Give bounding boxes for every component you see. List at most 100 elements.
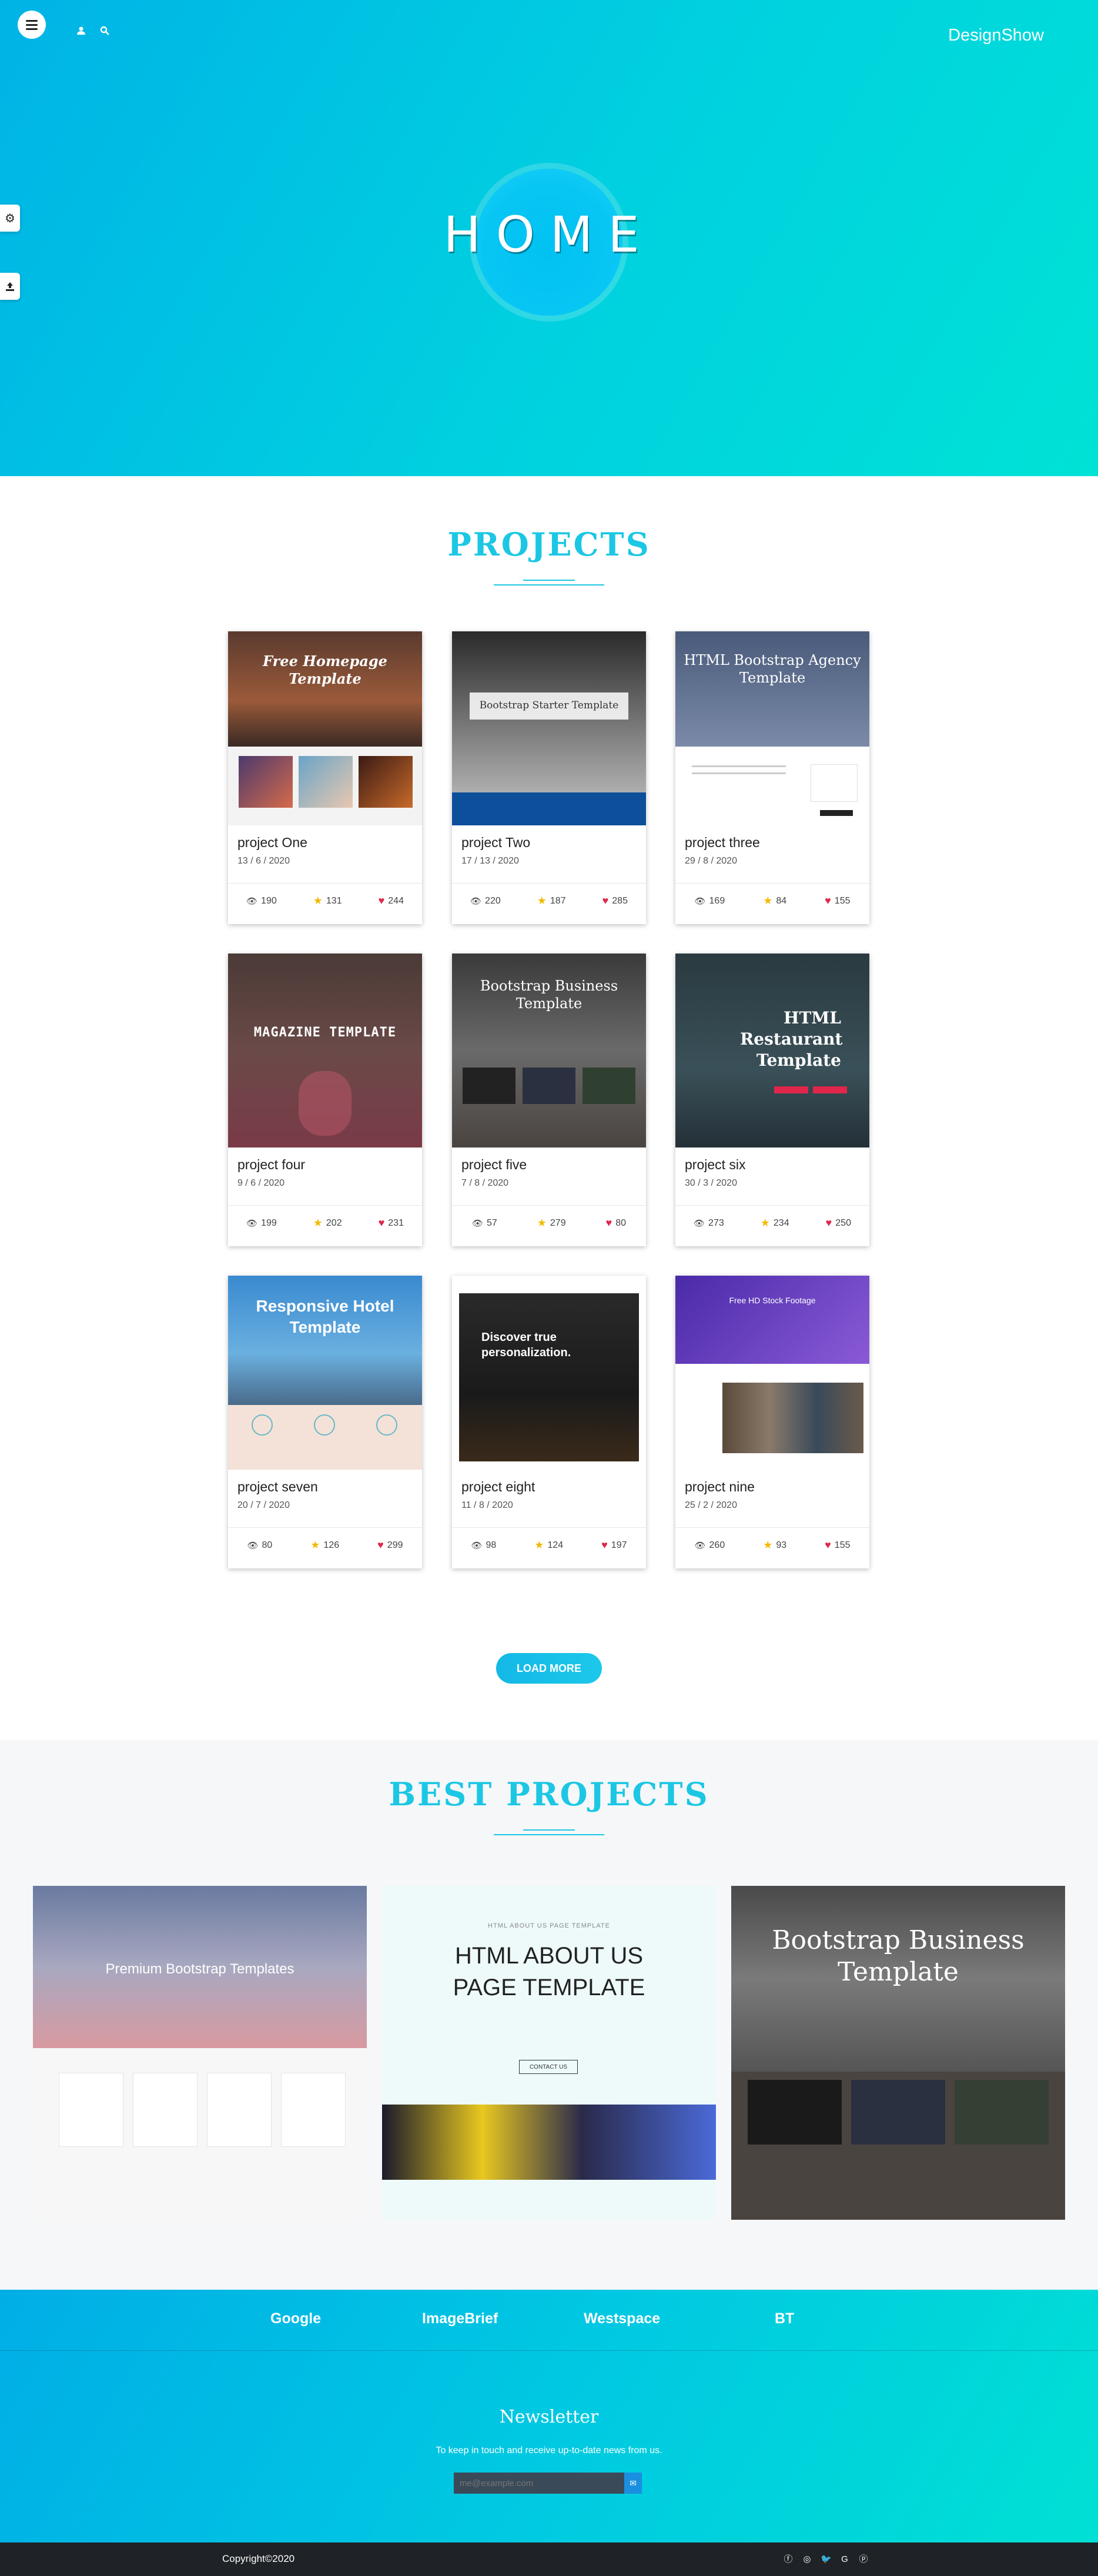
project-name[interactable]: project nine bbox=[685, 1479, 755, 1495]
upload-side-button[interactable] bbox=[0, 273, 20, 300]
project-name[interactable]: project Two bbox=[461, 835, 530, 851]
project-date: 25 / 2 / 2020 bbox=[685, 1500, 737, 1510]
stars-stat[interactable]: ★ 126 bbox=[310, 1539, 339, 1551]
stars-stat[interactable]: ★ 124 bbox=[534, 1539, 563, 1551]
project-stats: 👁 260 ★ 93 ♥ 155 bbox=[675, 1539, 869, 1551]
project-card[interactable]: Discover true personalization. project e… bbox=[452, 1276, 646, 1568]
user-icon[interactable] bbox=[75, 26, 87, 38]
partner-link[interactable]: Westspace bbox=[584, 2310, 660, 2327]
views-count: 190 bbox=[261, 895, 277, 906]
views-stat: 👁 260 bbox=[694, 1539, 725, 1551]
partner-link[interactable]: Google bbox=[270, 2310, 321, 2327]
pinterest-icon[interactable]: ⓟ bbox=[858, 2554, 869, 2565]
project-card[interactable]: HTML Restaurant Template project six 30 … bbox=[675, 954, 869, 1246]
search-icon[interactable] bbox=[99, 26, 111, 38]
project-name[interactable]: project five bbox=[461, 1157, 527, 1173]
likes-stat[interactable]: ♥ 250 bbox=[826, 1217, 851, 1229]
project-date: 29 / 8 / 2020 bbox=[685, 856, 737, 866]
project-card[interactable]: Free HD Stock Footage project nine 25 / … bbox=[675, 1276, 869, 1568]
settings-side-button[interactable]: ⚙ bbox=[0, 205, 20, 232]
project-stats: 👁 57 ★ 279 ♥ 80 bbox=[452, 1217, 646, 1229]
stars-count: 234 bbox=[773, 1217, 789, 1228]
project-stats: 👁 98 ★ 124 ♥ 197 bbox=[452, 1539, 646, 1551]
likes-stat[interactable]: ♥ 299 bbox=[377, 1539, 403, 1551]
likes-stat[interactable]: ♥ 231 bbox=[379, 1217, 404, 1229]
project-name[interactable]: project seven bbox=[237, 1479, 318, 1495]
eye-icon: 👁 bbox=[246, 896, 258, 906]
thumbnail-title: Discover true personalization. bbox=[481, 1331, 571, 1359]
project-name[interactable]: project One bbox=[237, 835, 307, 851]
stars-count: 202 bbox=[326, 1217, 342, 1228]
partner-link[interactable]: ImageBrief bbox=[422, 2310, 498, 2327]
project-date: 20 / 7 / 2020 bbox=[237, 1500, 290, 1510]
project-thumbnail: Discover true personalization. bbox=[452, 1276, 646, 1470]
best-project-title: Bootstrap Business Template bbox=[772, 1925, 1025, 1987]
project-card[interactable]: HTML Bootstrap Agency Template project t… bbox=[675, 631, 869, 924]
views-stat: 👁 273 bbox=[694, 1217, 724, 1229]
stars-stat[interactable]: ★ 202 bbox=[313, 1217, 342, 1229]
best-project-card[interactable]: Premium Bootstrap Templates bbox=[33, 1886, 367, 2220]
star-icon: ★ bbox=[537, 895, 547, 906]
stars-stat[interactable]: ★ 234 bbox=[761, 1217, 789, 1229]
mail-icon: ✉ bbox=[630, 2478, 637, 2488]
likes-stat[interactable]: ♥ 244 bbox=[379, 895, 404, 907]
project-card[interactable]: Bootstrap Starter Template project Two 1… bbox=[452, 631, 646, 924]
views-count: 169 bbox=[709, 895, 725, 906]
project-name[interactable]: project eight bbox=[461, 1479, 535, 1495]
likes-count: 285 bbox=[612, 895, 628, 906]
project-card[interactable]: Bootstrap Business Template project five… bbox=[452, 954, 646, 1246]
stars-stat[interactable]: ★ 279 bbox=[537, 1217, 566, 1229]
instagram-icon[interactable]: ◎ bbox=[802, 2554, 812, 2565]
stars-stat[interactable]: ★ 187 bbox=[537, 895, 566, 907]
star-icon: ★ bbox=[537, 1217, 547, 1229]
newsletter-email-input[interactable] bbox=[454, 2473, 624, 2494]
project-thumbnail: HTML Restaurant Template bbox=[675, 954, 869, 1148]
project-card[interactable]: Responsive Hotel Template project seven … bbox=[228, 1276, 422, 1568]
newsletter-submit-button[interactable]: ✉ bbox=[624, 2473, 642, 2494]
project-thumbnail: Bootstrap Starter Template bbox=[452, 631, 646, 825]
stars-stat[interactable]: ★ 84 bbox=[763, 895, 786, 907]
stars-stat[interactable]: ★ 93 bbox=[763, 1539, 786, 1551]
likes-stat[interactable]: ♥ 155 bbox=[825, 1539, 850, 1551]
card-divider bbox=[452, 1205, 646, 1206]
card-divider bbox=[228, 1527, 422, 1528]
eye-icon: 👁 bbox=[471, 1218, 484, 1229]
partner-link[interactable]: BT bbox=[775, 2310, 794, 2327]
stars-count: 126 bbox=[323, 1540, 340, 1550]
heart-icon: ♥ bbox=[605, 1217, 612, 1229]
project-thumbnail: HTML Bootstrap Agency Template bbox=[675, 631, 869, 825]
contact-us-button[interactable]: CONTACT US bbox=[519, 2060, 578, 2074]
project-name[interactable]: project four bbox=[237, 1157, 305, 1173]
likes-stat[interactable]: ♥ 197 bbox=[601, 1539, 627, 1551]
project-card[interactable]: Free Homepage Template project One 13 / … bbox=[228, 631, 422, 924]
thumbnail-title: Free HD Stock Footage bbox=[729, 1296, 816, 1305]
google-icon[interactable]: G bbox=[839, 2554, 850, 2565]
load-more-button[interactable]: LOAD MORE bbox=[496, 1653, 602, 1684]
best-project-card[interactable]: Bootstrap Business Template bbox=[731, 1886, 1065, 2220]
twitter-icon[interactable]: 🐦 bbox=[821, 2554, 832, 2565]
views-stat: 👁 98 bbox=[471, 1539, 496, 1551]
brand-logo[interactable]: DesignShow bbox=[948, 26, 1044, 45]
project-name[interactable]: project three bbox=[685, 835, 760, 851]
project-card[interactable]: MAGAZINE TEMPLATE project four 9 / 6 / 2… bbox=[228, 954, 422, 1246]
likes-stat[interactable]: ♥ 80 bbox=[606, 1217, 626, 1229]
views-count: 260 bbox=[709, 1540, 725, 1550]
eye-icon: 👁 bbox=[694, 1540, 706, 1551]
hamburger-menu-button[interactable] bbox=[18, 11, 46, 39]
likes-stat[interactable]: ♥ 285 bbox=[602, 895, 628, 907]
stars-count: 131 bbox=[326, 895, 342, 906]
project-date: 17 / 13 / 2020 bbox=[461, 856, 519, 866]
project-name[interactable]: project six bbox=[685, 1157, 746, 1173]
facebook-icon[interactable]: ⓕ bbox=[783, 2554, 794, 2565]
likes-count: 299 bbox=[387, 1540, 403, 1550]
project-stats: 👁 220 ★ 187 ♥ 285 bbox=[452, 895, 646, 907]
project-stats: 👁 273 ★ 234 ♥ 250 bbox=[675, 1217, 869, 1229]
eye-icon: 👁 bbox=[694, 1218, 705, 1229]
eye-icon: 👁 bbox=[247, 1540, 259, 1551]
views-stat: 👁 169 bbox=[694, 895, 725, 907]
best-project-card[interactable]: HTML ABOUT US PAGE TEMPLATE HTML ABOUT U… bbox=[382, 1886, 716, 2220]
best-project-title: HTML ABOUT US PAGE TEMPLATE bbox=[453, 1943, 645, 2000]
likes-stat[interactable]: ♥ 155 bbox=[825, 895, 850, 907]
stars-stat[interactable]: ★ 131 bbox=[313, 895, 342, 907]
bottom-bar bbox=[0, 2542, 1098, 2576]
